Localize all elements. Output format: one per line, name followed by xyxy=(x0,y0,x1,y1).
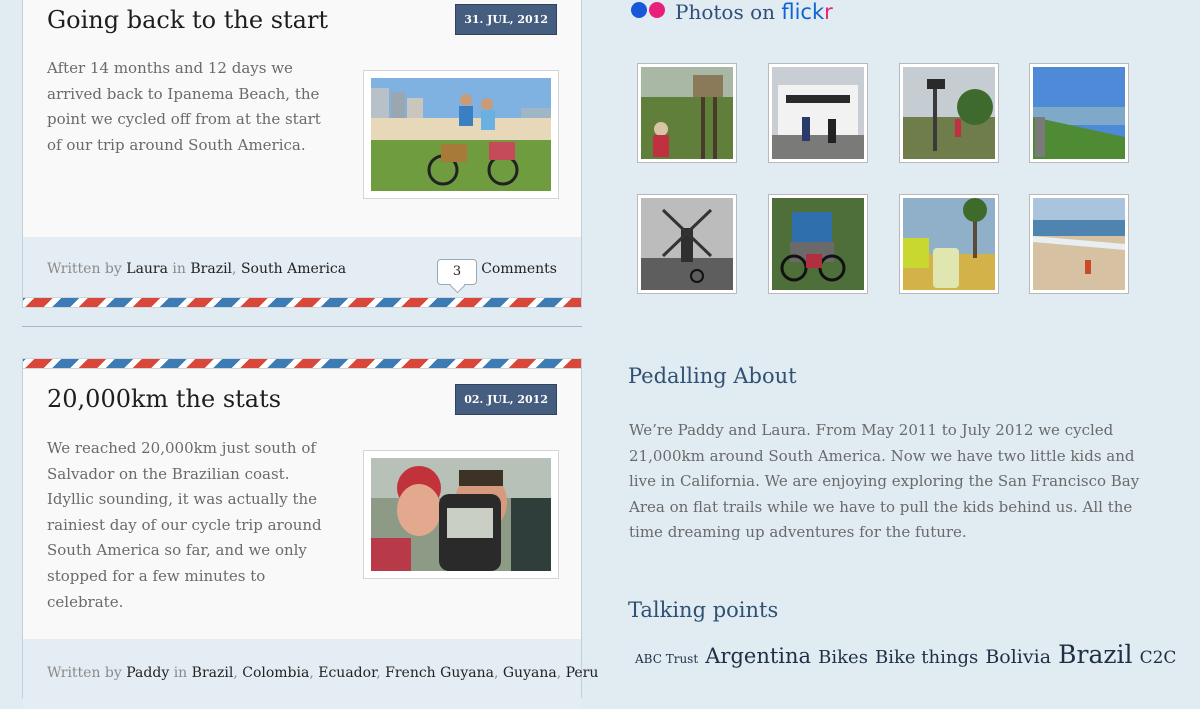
tag-link[interactable]: Bike things xyxy=(875,647,978,668)
about-text: We’re Paddy and Laura. From May 2011 to … xyxy=(629,421,1140,542)
category-link[interactable]: Colombia xyxy=(242,665,309,681)
photo-trail-sign xyxy=(641,67,733,159)
blog-post: 20,000km the stats 02. JUL, 2012 We reac… xyxy=(22,358,598,709)
post-photo-cyclists-beach xyxy=(371,78,551,191)
post-excerpt: We reached 20,000km just south of Salvad… xyxy=(47,439,322,611)
photo-windmill xyxy=(641,198,733,290)
byline-label: Written by xyxy=(47,665,122,681)
byline-label: Written by xyxy=(47,261,122,277)
tag-link[interactable]: Brazil xyxy=(1058,640,1132,669)
photo-drink-palms xyxy=(903,198,995,290)
byline-in: in xyxy=(172,261,186,277)
tag-cloud: ABC Trust Argentina Bikes Bike things Bo… xyxy=(635,640,1178,669)
post-excerpt: After 14 months and 12 days we arrived b… xyxy=(47,59,321,154)
byline-in: in xyxy=(173,665,188,681)
flickr-photo[interactable] xyxy=(768,194,868,294)
category-link[interactable]: French Guyana xyxy=(385,665,494,681)
airmail-border xyxy=(23,297,581,308)
photo-ferry xyxy=(772,67,864,159)
photo-loaded-bikes xyxy=(772,198,864,290)
flickr-photo[interactable] xyxy=(1029,194,1129,294)
photo-coastline xyxy=(1033,67,1125,159)
flickr-photo[interactable] xyxy=(899,63,999,163)
flickr-photo[interactable] xyxy=(1029,63,1129,163)
tag-link[interactable]: C2C xyxy=(1140,648,1177,668)
tag-link[interactable]: Argentina xyxy=(705,644,811,668)
flickr-photo[interactable] xyxy=(637,194,737,294)
photo-signpost xyxy=(903,67,995,159)
flickr-dots-icon xyxy=(631,0,667,23)
post-byline: Written by Laura in Brazil, South Americ… xyxy=(47,261,347,277)
flickr-photo[interactable] xyxy=(768,63,868,163)
post-byline: Written by Paddy in Brazil, Colombia, Ec… xyxy=(47,665,599,681)
category-link[interactable]: Peru xyxy=(566,665,599,681)
photo-beach xyxy=(1033,198,1125,290)
post-meta-bar: Written by Paddy in Brazil, Colombia, Ec… xyxy=(23,639,598,709)
blog-post: Going back to the start 31. JUL, 2012 Af… xyxy=(22,0,582,308)
flickr-logo[interactable]: flickr xyxy=(781,0,832,24)
date-badge: 02. JUL, 2012 xyxy=(455,384,557,415)
flickr-photo[interactable] xyxy=(899,194,999,294)
category-link[interactable]: Brazil xyxy=(192,665,234,681)
flickr-heading-text: Photos on xyxy=(675,0,775,24)
post-title-link[interactable]: Going back to the start xyxy=(47,6,328,34)
airmail-border xyxy=(23,358,581,369)
flickr-photo[interactable] xyxy=(637,63,737,163)
tag-link[interactable]: Bikes xyxy=(818,647,868,668)
talking-points-heading: Talking points xyxy=(628,598,779,622)
category-link[interactable]: Ecuador xyxy=(318,665,376,681)
category-link[interactable]: Brazil xyxy=(190,261,232,277)
post-thumbnail[interactable] xyxy=(363,70,559,199)
post-thumbnail[interactable] xyxy=(363,450,559,579)
date-badge: 31. JUL, 2012 xyxy=(455,4,557,35)
author-link[interactable]: Paddy xyxy=(126,665,169,681)
post-meta-bar: Written by Laura in Brazil, South Americ… xyxy=(23,237,581,299)
tag-link[interactable]: ABC Trust xyxy=(635,652,698,666)
post-photo-odometer-selfie xyxy=(371,458,551,571)
about-heading: Pedalling About xyxy=(628,364,797,388)
post-separator xyxy=(22,326,582,327)
category-link[interactable]: Guyana xyxy=(503,665,557,681)
post-title-link[interactable]: 20,000km the stats xyxy=(47,385,281,413)
comment-count-bubble[interactable]: 3 xyxy=(437,259,477,285)
author-link[interactable]: Laura xyxy=(126,261,168,277)
flickr-widget-heading: Photos on flickr xyxy=(631,0,833,26)
comments-link[interactable]: Comments xyxy=(481,261,557,277)
category-link[interactable]: South America xyxy=(241,261,346,277)
tag-link[interactable]: Bolivia xyxy=(985,646,1051,668)
